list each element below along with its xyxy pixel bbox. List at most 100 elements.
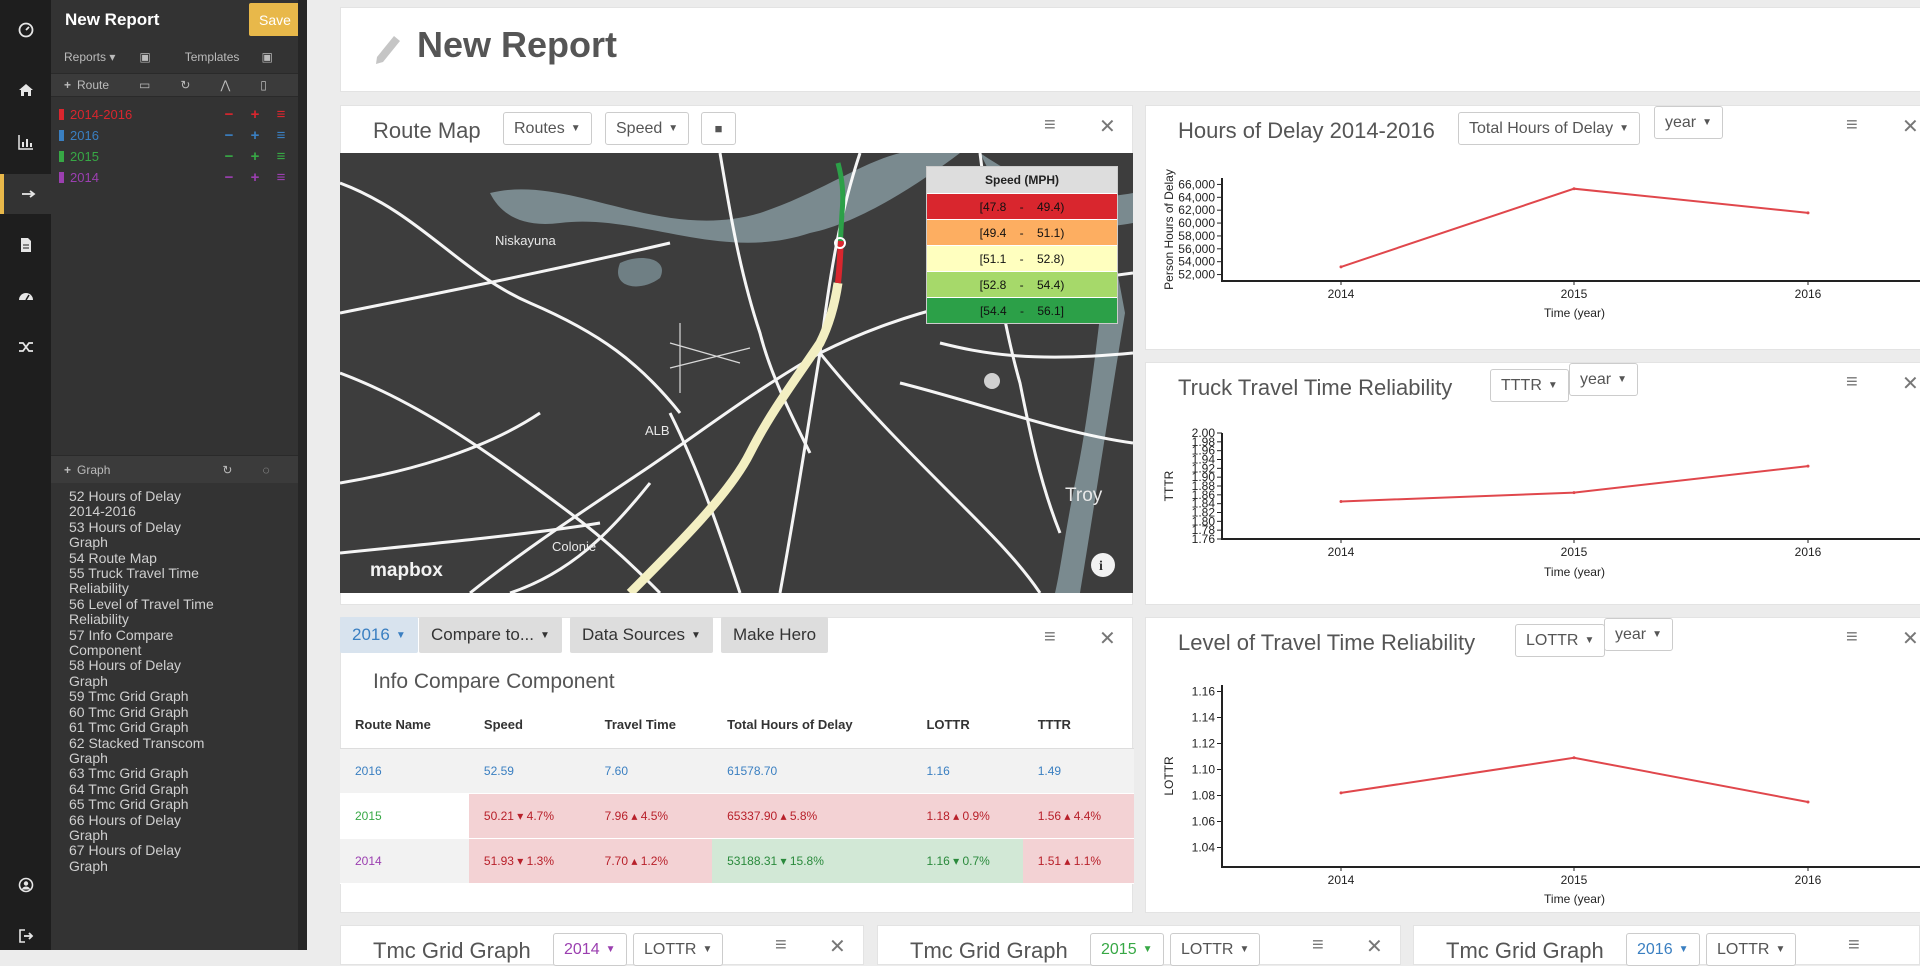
panel-menu-icon[interactable]: ≡ xyxy=(1044,114,1056,137)
data-point[interactable] xyxy=(1806,211,1810,215)
compare-close-icon[interactable]: ✕ xyxy=(1099,626,1116,651)
lottr-period-dropdown[interactable]: year ▼ xyxy=(1604,618,1674,651)
folder-icon[interactable]: ▭ xyxy=(139,78,150,92)
add-route-copy-icon[interactable]: + xyxy=(242,127,268,144)
graph-list-item[interactable]: 57 Info Compare Component xyxy=(69,627,219,659)
map-label-alb: ALB xyxy=(645,423,670,438)
remove-route-icon[interactable]: − xyxy=(216,169,242,186)
save-button[interactable]: Save xyxy=(249,3,301,36)
compare-column-header: Speed xyxy=(468,701,590,749)
data-point[interactable] xyxy=(1572,187,1576,191)
graph-list-item[interactable]: 66 Hours of Delay Graph xyxy=(69,812,219,844)
refresh-icon[interactable]: ↻ xyxy=(180,78,190,92)
sign-out-icon[interactable] xyxy=(0,916,51,956)
hod-metric-dropdown[interactable]: Total Hours of Delay ▼ xyxy=(1458,112,1640,145)
year-dropdown[interactable]: 2016 ▼ xyxy=(340,617,418,653)
graph-list-item[interactable]: 58 Hours of Delay Graph xyxy=(69,658,219,689)
tmc-menu-icon-2[interactable]: ≡ xyxy=(1312,934,1324,957)
save-template-icon[interactable]: ▣ xyxy=(261,50,272,64)
route-item[interactable]: 2016 − + ≡ xyxy=(51,125,298,146)
tttr-close-icon[interactable]: ✕ xyxy=(1902,371,1919,396)
route-options-icon[interactable]: ≡ xyxy=(268,127,294,144)
tmc-close-icon-1[interactable]: ✕ xyxy=(829,934,846,959)
route-options-icon[interactable]: ≡ xyxy=(268,169,294,186)
graph-list-item[interactable]: 63 Tmc Grid Graph xyxy=(69,765,219,781)
graph-list-item[interactable]: 64 Tmc Grid Graph xyxy=(69,781,219,797)
add-route-copy-icon[interactable]: + xyxy=(242,148,268,165)
routes-dropdown[interactable]: Routes ▼ xyxy=(503,112,592,145)
hod-period-dropdown[interactable]: year ▼ xyxy=(1654,106,1724,139)
graph-list-item[interactable]: 65 Tmc Grid Graph xyxy=(69,796,219,812)
data-point[interactable] xyxy=(1572,491,1576,495)
speedometer-icon[interactable] xyxy=(0,276,51,316)
data-point[interactable] xyxy=(1339,791,1343,795)
route-item[interactable]: 2014-2016 − + ≡ xyxy=(51,104,298,125)
data-point[interactable] xyxy=(1572,756,1576,760)
route-arrow-icon[interactable] xyxy=(0,174,51,214)
lottr-metric-dropdown[interactable]: LOTTR ▼ xyxy=(1515,624,1606,657)
dashboard-gauge-icon[interactable] xyxy=(0,10,51,50)
road-icon[interactable]: ⋀ xyxy=(220,78,230,92)
hod-close-icon[interactable]: ✕ xyxy=(1902,114,1919,139)
route-options-icon[interactable]: ≡ xyxy=(268,106,294,123)
home-icon[interactable] xyxy=(0,70,51,110)
graph-list-item[interactable]: 55 Truck Travel Time Reliability xyxy=(69,565,219,597)
tttr-metric-dropdown[interactable]: TTTR ▼ xyxy=(1490,369,1569,402)
data-sources-dropdown[interactable]: Data Sources ▼ xyxy=(570,617,713,653)
lock-button[interactable]: ■ xyxy=(701,112,736,145)
compare-to-dropdown[interactable]: Compare to... ▼ xyxy=(419,617,562,653)
graph-list-item[interactable]: 54 Route Map xyxy=(69,550,219,566)
shuffle-icon[interactable] xyxy=(0,327,51,367)
tmc-menu-icon-3[interactable]: ≡ xyxy=(1848,934,1860,957)
graph-list-item[interactable]: 59 Tmc Grid Graph xyxy=(69,688,219,704)
lottr-menu-icon[interactable]: ≡ xyxy=(1846,626,1858,649)
reports-dropdown[interactable]: Reports ▾ xyxy=(64,50,115,64)
graph-list-item[interactable]: 60 Tmc Grid Graph xyxy=(69,704,219,720)
bar-chart-icon[interactable] xyxy=(0,122,51,162)
tmc-close-icon-2[interactable]: ✕ xyxy=(1366,934,1383,959)
y-tick-label: 66,000 xyxy=(1178,177,1215,191)
lottr-close-icon[interactable]: ✕ xyxy=(1902,626,1919,651)
close-icon[interactable]: ✕ xyxy=(1099,114,1116,139)
user-icon[interactable] xyxy=(0,865,51,905)
templates-label[interactable]: Templates xyxy=(185,50,240,64)
x-tick-label: 2014 xyxy=(1328,545,1355,559)
tttr-menu-icon[interactable]: ≡ xyxy=(1846,371,1858,394)
compare-menu-icon[interactable]: ≡ xyxy=(1044,626,1056,649)
make-hero-button[interactable]: Make Hero xyxy=(721,617,829,653)
data-point[interactable] xyxy=(1339,265,1343,269)
graph-list-item[interactable]: 61 Tmc Grid Graph xyxy=(69,719,219,735)
document-icon[interactable] xyxy=(0,225,51,265)
add-graph-icon[interactable]: + xyxy=(64,463,71,477)
add-route-copy-icon[interactable]: + xyxy=(242,169,268,186)
remove-route-icon[interactable]: − xyxy=(216,106,242,123)
remove-route-icon[interactable]: − xyxy=(216,127,242,144)
speed-dropdown[interactable]: Speed ▼ xyxy=(605,112,690,145)
route-item[interactable]: 2014 − + ≡ xyxy=(51,167,298,188)
tmc-menu-icon-1[interactable]: ≡ xyxy=(775,934,787,957)
add-route-icon[interactable]: + xyxy=(64,78,71,92)
sidebar-scrollbar[interactable] xyxy=(298,0,307,950)
data-point[interactable] xyxy=(1806,464,1810,468)
hod-menu-icon[interactable]: ≡ xyxy=(1846,114,1858,137)
hod-period-label: year xyxy=(1665,113,1697,131)
remove-route-icon[interactable]: − xyxy=(216,148,242,165)
data-point[interactable] xyxy=(1339,499,1343,503)
lock-icon: ■ xyxy=(714,121,723,136)
route-item[interactable]: 2015 − + ≡ xyxy=(51,146,298,167)
trash-icon[interactable]: ▯ xyxy=(260,78,267,92)
map-info-icon[interactable] xyxy=(1091,553,1115,577)
graph-list-item[interactable]: 67 Hours of Delay Graph xyxy=(69,843,219,874)
graph-list-item[interactable]: 62 Stacked Transcom Graph xyxy=(69,735,219,767)
graph-list-item[interactable]: 52 Hours of Delay 2014-2016 xyxy=(69,488,219,520)
year-dropdown-label: 2016 xyxy=(352,625,390,644)
graph-list-item[interactable]: 56 Level of Travel Time Reliability xyxy=(69,596,219,628)
graph-list-item[interactable]: 53 Hours of Delay Graph xyxy=(69,519,219,551)
add-route-copy-icon[interactable]: + xyxy=(242,106,268,123)
tttr-period-dropdown[interactable]: year ▼ xyxy=(1569,363,1639,396)
refresh-graphs-icon[interactable]: ↻ xyxy=(222,463,232,477)
route-options-icon[interactable]: ≡ xyxy=(268,148,294,165)
save-report-icon[interactable]: ▣ xyxy=(139,50,150,64)
hide-icon[interactable]: ◌ xyxy=(262,463,269,477)
data-point[interactable] xyxy=(1806,800,1810,804)
